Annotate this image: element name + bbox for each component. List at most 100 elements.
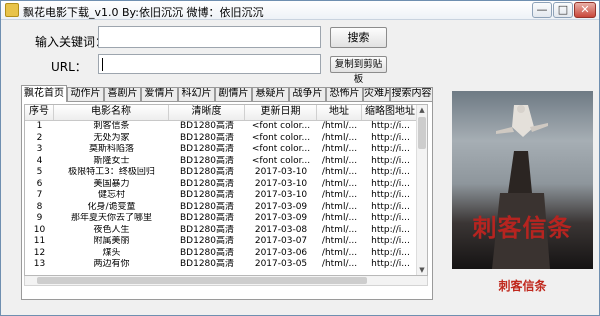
- column-header[interactable]: 地址: [317, 105, 362, 120]
- table-cell: <font color...: [251, 121, 311, 131]
- table-cell: http://i...: [371, 155, 410, 166]
- text-caret: [102, 58, 103, 71]
- table-cell: BD1280高清: [179, 190, 234, 200]
- table-cell: 斯隆女士: [93, 155, 130, 166]
- table-cell: 刺客信条: [93, 121, 130, 131]
- table-cell: BD1280高清: [179, 144, 234, 154]
- table-cell: BD1280高清: [179, 259, 234, 269]
- table-cell: 化身/诡变童: [87, 201, 136, 212]
- category-tabs: 飘花首页 动作片 喜剧片 爱情片 科幻片 剧情片 悬疑片 战争片 恐怖片 灾难片…: [21, 85, 433, 102]
- column-header[interactable]: 清晰度: [169, 105, 245, 120]
- table-row[interactable]: 2 无处为家 BD1280高清 <font color... /html/... http…: [25, 133, 419, 144]
- table-cell: /html/...: [321, 144, 358, 154]
- table-row[interactable]: 9 那年夏天你去了哪里 BD1280高清 2017-03-09/html/... htt…: [25, 213, 419, 224]
- vertical-scroll-thumb[interactable]: [418, 117, 426, 149]
- table-cell: http://i...: [371, 190, 410, 200]
- table-cell: 7: [36, 190, 43, 200]
- tab-scifi[interactable]: 科幻片: [178, 87, 215, 101]
- table-cell: BD1280高清: [179, 178, 234, 189]
- keyword-label: 输入关键词：: [35, 35, 108, 49]
- column-header[interactable]: 电影名称: [54, 105, 169, 120]
- app-icon: [5, 3, 19, 17]
- table-row[interactable]: 8 化身/诡变童 BD1280高清 2017-03-09/html/... http:/…: [25, 202, 419, 213]
- column-header[interactable]: 缩略图地址: [362, 105, 419, 120]
- table-cell: 2017-03-09: [254, 213, 308, 223]
- tab-comedy[interactable]: 喜剧片: [104, 87, 141, 101]
- scroll-up-icon[interactable]: ▲: [417, 105, 427, 115]
- search-button[interactable]: 搜索: [330, 27, 387, 48]
- poster-caption: 刺客信条: [498, 279, 547, 293]
- title-bar[interactable]: 飘花电影下载_v1.0 By:依旧沉沉 微博：依旧沉沉 — □ ✕: [1, 1, 599, 20]
- keyword-input[interactable]: [98, 26, 321, 48]
- column-header[interactable]: 序号: [25, 105, 54, 120]
- table-row[interactable]: 3 莫斯科陷落 BD1280高清 <font color... /html/... htt…: [25, 144, 419, 155]
- table-cell: 10: [33, 224, 46, 235]
- close-button[interactable]: ✕: [574, 2, 596, 18]
- table-cell: 2017-03-06: [254, 247, 308, 258]
- table-cell: http://i...: [371, 259, 410, 269]
- table-row[interactable]: 12 煤头 BD1280高清 2017-03-06/html/... http://i.…: [25, 248, 419, 259]
- movie-table[interactable]: 序号 电影名称 清晰度 更新日期 地址 缩略图地址 1 刺客信条 BD1280高清 <…: [24, 104, 428, 276]
- table-cell: 2017-03-07: [254, 236, 308, 246]
- table-cell: 11: [33, 236, 46, 246]
- table-cell: 2017-03-10: [254, 167, 308, 177]
- table-cell: BD1280高清: [179, 224, 234, 235]
- table-cell: http://i...: [371, 178, 410, 189]
- table-cell: 两边有你: [93, 259, 130, 269]
- column-header[interactable]: 更新日期: [245, 105, 317, 120]
- horizontal-scroll-thumb[interactable]: [37, 277, 367, 284]
- table-row[interactable]: 6 美国暴力 BD1280高清 2017-03-10/html/... http://i…: [25, 179, 419, 190]
- table-cell: <font color...: [251, 155, 311, 166]
- table-cell: /html/...: [321, 224, 358, 235]
- copy-to-clipboard-button[interactable]: 复制到剪贴板: [330, 56, 387, 85]
- table-row[interactable]: 7 健忘村 BD1280高清 2017-03-10/html/... http://i.…: [25, 190, 419, 201]
- tab-war[interactable]: 战争片: [289, 87, 326, 101]
- table-cell: http://i...: [371, 213, 410, 223]
- minimize-button[interactable]: —: [532, 2, 552, 18]
- table-row[interactable]: 13 两边有你 BD1280高清 2017-03-05/html/... http://…: [25, 259, 419, 270]
- table-cell: 5: [36, 167, 43, 177]
- tab-action[interactable]: 动作片: [67, 87, 104, 101]
- table-cell: http://i...: [371, 224, 410, 235]
- table-cell: BD1280高清: [179, 213, 234, 223]
- table-cell: 美国暴力: [93, 178, 130, 189]
- tab-disaster[interactable]: 灾难片: [363, 87, 390, 101]
- table-cell: 4: [36, 155, 43, 166]
- table-cell: http://i...: [371, 247, 410, 258]
- table-cell: 极限特工3：终极回归: [68, 167, 155, 177]
- table-cell: /html/...: [321, 167, 358, 177]
- table-cell: /html/...: [321, 155, 358, 166]
- table-row[interactable]: 11 附属美丽 BD1280高清 2017-03-07/html/... http://…: [25, 236, 419, 247]
- table-cell: 3: [36, 144, 43, 154]
- tab-horror[interactable]: 恐怖片: [326, 87, 363, 101]
- tab-mystery[interactable]: 悬疑片: [252, 87, 289, 101]
- table-cell: <font color...: [251, 132, 311, 143]
- table-cell: 煤头: [102, 247, 121, 258]
- tab-search-results[interactable]: 搜索内容: [390, 87, 433, 101]
- table-cell: http://i...: [371, 236, 410, 246]
- table-cell: BD1280高清: [179, 247, 234, 258]
- url-label: URL：: [51, 60, 87, 74]
- scroll-down-icon[interactable]: ▼: [417, 265, 427, 275]
- tab-romance[interactable]: 爱情片: [141, 87, 178, 101]
- table-cell: /html/...: [321, 259, 358, 269]
- table-cell: 6: [36, 178, 43, 189]
- movie-poster: 刺客信条: [452, 91, 593, 269]
- table-row[interactable]: 5 极限特工3：终极回归 BD1280高清 2017-03-10/html/... ht…: [25, 167, 419, 178]
- table-row[interactable]: 10 夜色人生 BD1280高清 2017-03-08/html/... http://…: [25, 225, 419, 236]
- maximize-button[interactable]: □: [553, 2, 573, 18]
- table-cell: 9: [36, 213, 43, 223]
- vertical-scrollbar[interactable]: ▲ ▼: [416, 105, 427, 275]
- table-cell: BD1280高清: [179, 236, 234, 246]
- table-cell: 1: [36, 121, 43, 131]
- horizontal-scrollbar[interactable]: [24, 276, 428, 286]
- table-cell: 2017-03-10: [254, 190, 308, 200]
- table-row[interactable]: 4 斯隆女士 BD1280高清 <font color... /html/... http…: [25, 156, 419, 167]
- table-row[interactable]: 1 刺客信条 BD1280高清 <font color... /html/... http…: [25, 121, 419, 132]
- table-cell: http://i...: [371, 121, 410, 131]
- url-input[interactable]: [98, 54, 321, 74]
- table-cell: 2017-03-10: [254, 178, 308, 189]
- tab-drama[interactable]: 剧情片: [215, 87, 252, 101]
- tab-home[interactable]: 飘花首页: [21, 85, 67, 102]
- table-cell: 8: [36, 201, 43, 212]
